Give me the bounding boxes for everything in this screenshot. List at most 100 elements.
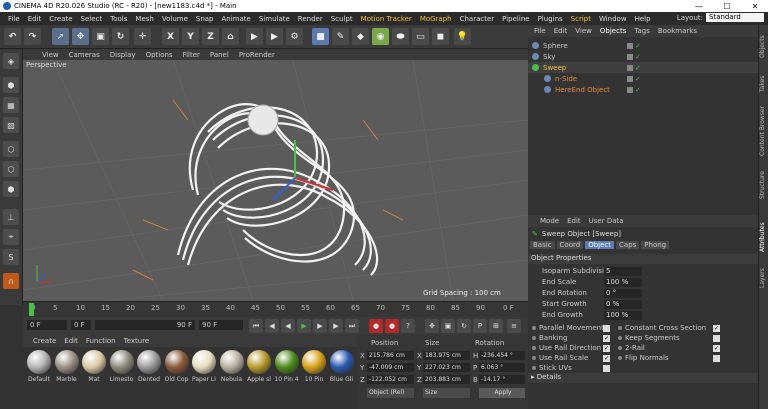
material-swatch[interactable] [302, 350, 326, 374]
menu-file[interactable]: File [4, 15, 24, 23]
position-z-field[interactable]: -122.052 cm [367, 375, 414, 384]
field-value-input[interactable]: 0 ° [604, 288, 642, 298]
material-swatch[interactable] [164, 350, 189, 374]
playhead[interactable] [29, 303, 34, 316]
om-menu-tags[interactable]: Tags [630, 27, 654, 35]
am-menu-user-data[interactable]: User Data [589, 217, 624, 225]
model-mode-icon[interactable]: ⬢ [3, 77, 19, 93]
play-icon[interactable]: ▶ [297, 319, 311, 333]
points-mode-icon[interactable]: ⬡ [3, 141, 19, 157]
end-frame-slider[interactable]: 90 F [95, 320, 195, 330]
size-y-field[interactable]: 227.023 cm [423, 363, 470, 372]
am-menu-mode[interactable]: Mode [540, 217, 559, 225]
redo-icon[interactable]: ↷ [24, 28, 41, 45]
visibility-toggle-icon[interactable] [627, 75, 633, 82]
tab-phong[interactable]: Phong [641, 241, 670, 249]
end-frame-field[interactable]: 90 F [199, 320, 243, 330]
checkbox-row[interactable]: Flip Normals [618, 353, 728, 363]
material-swatch[interactable] [274, 350, 299, 374]
viewport[interactable]: Perspective Grid Spacing : 100 cm [23, 60, 528, 301]
menu-mograph[interactable]: MoGraph [416, 15, 456, 23]
magnet-icon[interactable]: ∩ [3, 273, 19, 289]
tab-caps[interactable]: Caps [616, 241, 640, 249]
render-view-icon[interactable]: ▶ [246, 28, 263, 45]
menu-pipeline[interactable]: Pipeline [498, 15, 533, 23]
material-swatch[interactable] [27, 350, 51, 374]
record-keys-icon[interactable]: ● [369, 319, 383, 333]
checkbox-row[interactable]: Use Rail Direction ✓ [532, 343, 616, 353]
point-level-key-icon[interactable]: ⊞ [489, 319, 503, 333]
menu-window[interactable]: Window [595, 15, 631, 23]
side-tab-layers[interactable]: Layers [759, 263, 768, 293]
enabled-check-icon[interactable]: ✓ [635, 42, 641, 50]
object-row[interactable]: Sphere ✓ [528, 40, 758, 51]
close-button[interactable]: ✕ [744, 0, 766, 12]
go-to-start-icon[interactable]: ⏮ [249, 319, 263, 333]
side-tab-takes[interactable]: Takes [759, 71, 768, 97]
checkbox-row[interactable]: Stick UVs [532, 363, 616, 373]
om-menu-file[interactable]: File [530, 27, 550, 35]
object-row[interactable]: n-Side ✓ [528, 73, 758, 84]
side-tab-attributes[interactable]: Attributes [759, 215, 768, 259]
checkbox-row[interactable]: 2-Rail ✓ [618, 343, 728, 353]
size-z-field[interactable]: 203.883 cm [423, 375, 470, 384]
material-menu-texture[interactable]: Texture [120, 337, 154, 345]
menu-simulate[interactable]: Simulate [255, 15, 294, 23]
minimize-button[interactable]: — [688, 0, 710, 12]
next-frame-icon[interactable]: ▶ [313, 319, 327, 333]
checkbox-row[interactable]: Banking ✓ [532, 333, 616, 343]
rotation-p-field[interactable]: 6.063 ° [479, 363, 525, 372]
deformer-icon[interactable]: ⬬ [392, 28, 409, 45]
object-row[interactable]: Sky ✓ [528, 51, 758, 62]
menu-render[interactable]: Render [294, 15, 327, 23]
z-axis-button[interactable]: Z [202, 28, 219, 45]
pen-icon[interactable]: ✎ [332, 28, 349, 45]
menu-tools[interactable]: Tools [106, 15, 131, 23]
menu-animate[interactable]: Animate [218, 15, 255, 23]
checkbox[interactable] [713, 334, 720, 342]
move-icon[interactable]: ✥ [72, 28, 89, 45]
tab-basic[interactable]: Basic [530, 241, 555, 249]
generator-icon[interactable]: ◉ [372, 28, 389, 45]
coordinate-system-icon[interactable]: ⌂ [222, 28, 239, 45]
render-picture-viewer-icon[interactable]: ▶ [266, 28, 283, 45]
material-swatch[interactable] [137, 350, 161, 374]
undo-icon[interactable]: ↶ [4, 28, 21, 45]
menu-character[interactable]: Character [456, 15, 499, 23]
viewport-menu-prorender[interactable]: ProRender [234, 51, 280, 59]
enabled-check-icon[interactable]: ✓ [635, 64, 641, 72]
timeline-options-icon[interactable]: ≡ [507, 319, 521, 333]
size-mode-select[interactable]: Size [423, 388, 470, 398]
checkbox[interactable]: ✓ [603, 354, 610, 362]
recent-tools-icon[interactable]: ✛ [134, 28, 151, 45]
menu-help[interactable]: Help [631, 15, 655, 23]
position-x-field[interactable]: 215.786 cm [367, 351, 414, 360]
scale-icon[interactable]: ▣ [92, 28, 109, 45]
material-menu-function[interactable]: Function [82, 337, 120, 345]
enabled-check-icon[interactable]: ✓ [635, 75, 641, 83]
viewport-menu-options[interactable]: Options [141, 51, 178, 59]
side-tab-content-browser[interactable]: Content Browser [759, 101, 768, 161]
edges-mode-icon[interactable]: ⬡ [3, 161, 19, 177]
material-swatch[interactable] [247, 350, 271, 374]
rotate-icon[interactable]: ↻ [112, 28, 129, 45]
om-menu-edit[interactable]: Edit [550, 27, 572, 35]
side-tab-structure[interactable]: Structure [759, 165, 768, 205]
rotation-h-field[interactable]: -236.454 ° [479, 351, 525, 360]
checkbox-row[interactable]: Use Rail Scale ✓ [532, 353, 616, 363]
menu-create[interactable]: Create [45, 15, 76, 23]
viewport-menu-cameras[interactable]: Cameras [64, 51, 105, 59]
am-menu-edit[interactable]: Edit [567, 217, 581, 225]
object-row[interactable]: Sweep ✓ [528, 62, 758, 73]
details-section[interactable]: ▸ Details [528, 373, 758, 383]
position-key-icon[interactable]: ✥ [425, 319, 439, 333]
workplane-icon[interactable]: ▧ [3, 117, 19, 133]
checkbox-row[interactable]: Keep Segments [618, 333, 728, 343]
parameter-key-icon[interactable]: P [473, 319, 487, 333]
field-value-input[interactable]: 0 % [604, 299, 642, 309]
menu-volume[interactable]: Volume [158, 15, 192, 23]
om-menu-view[interactable]: View [571, 27, 596, 35]
apply-button[interactable]: Apply [479, 388, 525, 398]
size-x-field[interactable]: 183.975 cm [423, 351, 470, 360]
previous-frame-icon[interactable]: ◀ [281, 319, 295, 333]
